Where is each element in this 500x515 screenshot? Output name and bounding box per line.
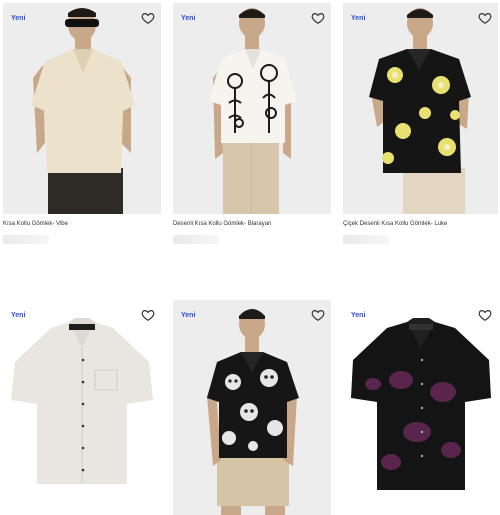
new-badge: Yeni [11,15,26,22]
product-card[interactable]: Yeni [173,300,331,515]
product-title[interactable]: Çiçek Desenli Kısa Kollu Gömlek- Luke [343,221,447,227]
heart-icon[interactable] [311,308,325,322]
product-card[interactable]: Yeni [343,300,498,515]
new-badge: Yeni [181,15,196,22]
product-image[interactable] [173,300,331,515]
product-card[interactable]: Yeni Kısa Kollu Gömlek- Vibe [3,3,161,244]
heart-icon[interactable] [141,11,155,25]
new-badge: Yeni [181,312,196,319]
heart-icon[interactable] [311,11,325,25]
product-image[interactable] [173,3,331,214]
price-placeholder [343,235,389,244]
product-title[interactable]: Desenli Kısa Kollu Gömlek- Blarayan [173,221,271,227]
new-badge: Yeni [11,312,26,319]
product-image[interactable] [3,300,161,515]
heart-icon[interactable] [478,308,492,322]
heart-icon[interactable] [478,11,492,25]
product-image[interactable] [343,300,498,515]
product-card[interactable]: Yeni Çiçek Desenli Kısa Kollu Gömlek- Lu… [343,3,498,244]
new-badge: Yeni [351,312,366,319]
price-placeholder [3,235,49,244]
product-card[interactable]: Yeni [3,300,161,515]
heart-icon[interactable] [141,308,155,322]
new-badge: Yeni [351,15,366,22]
product-image[interactable] [343,3,498,214]
product-title[interactable]: Kısa Kollu Gömlek- Vibe [3,221,68,227]
price-placeholder [173,235,219,244]
product-card[interactable]: Yeni Desenli Kısa Kollu Gömlek- Blarayan [173,3,331,244]
product-image[interactable] [3,3,161,214]
